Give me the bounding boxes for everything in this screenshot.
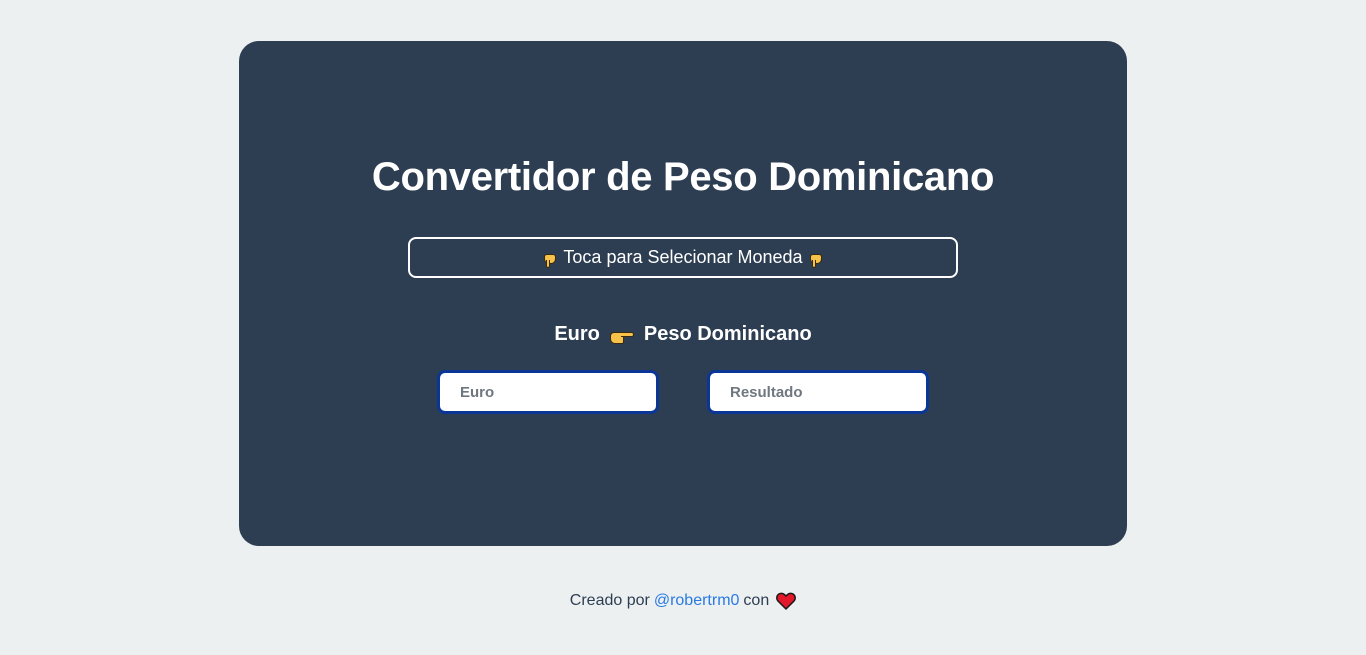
page-title: Convertidor de Peso Dominicano: [371, 155, 995, 199]
footer: Creado por @robertrm0 con: [0, 591, 1366, 611]
pointing-down-icon: [543, 248, 557, 268]
result-output[interactable]: [707, 370, 929, 414]
footer-prefix: Creado por: [569, 592, 650, 609]
from-currency-label: Euro: [554, 322, 600, 345]
conversion-direction: Euro Peso Dominicano: [0, 320, 1366, 348]
author-link[interactable]: @robertrm0: [654, 592, 740, 610]
pointing-right-icon: [609, 328, 634, 344]
to-currency-label: Peso Dominicano: [643, 322, 812, 345]
euro-amount-input[interactable]: [437, 370, 659, 414]
select-currency-label: Toca para Selecionar Moneda: [563, 247, 803, 267]
converter-card: [239, 41, 1127, 546]
pointing-down-icon: [809, 248, 823, 268]
select-currency-button[interactable]: Toca para Selecionar Moneda: [408, 237, 958, 278]
heart-icon: [776, 592, 797, 610]
footer-suffix: con: [743, 592, 770, 609]
